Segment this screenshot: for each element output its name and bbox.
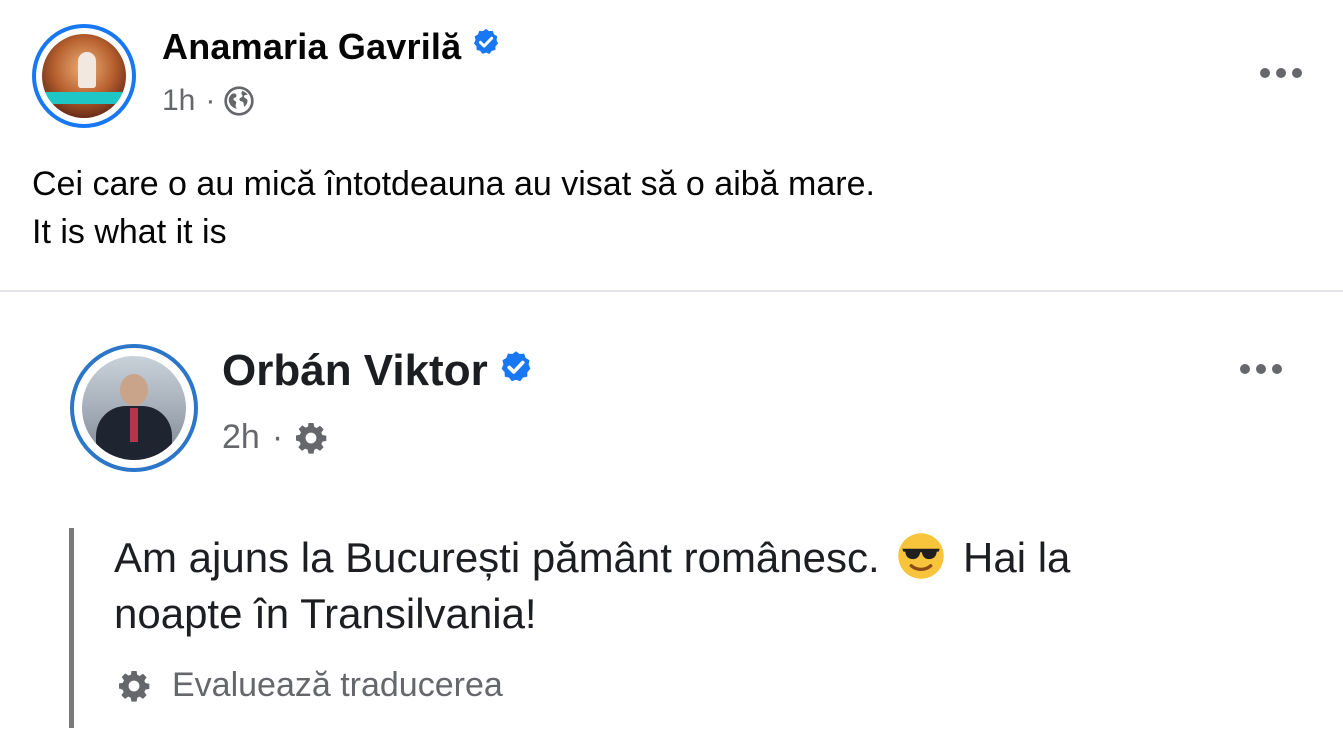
avatar-tie: [130, 408, 138, 442]
verified-badge-icon: [474, 28, 499, 54]
post-text: Cei care o au mică întotdeauna au visat …: [32, 160, 875, 256]
sunglasses-emoji-icon: [898, 533, 945, 579]
rate-translation-label[interactable]: Evaluează traducerea: [172, 666, 503, 705]
post-text-line: It is what it is: [32, 213, 227, 251]
shared-post-text: Am ajuns la București pământ românesc. H…: [114, 530, 1070, 642]
shared-text-segment: Hai la: [963, 534, 1071, 581]
post-header: Anamaria Gavrilă 1h ·: [0, 0, 1343, 140]
translation-quote-bar: [69, 528, 74, 728]
shared-post-text-line: noapte în Transilvania!: [114, 590, 537, 637]
globe-icon[interactable]: [223, 85, 255, 117]
post-meta: 1h ·: [162, 84, 255, 118]
author-name-text[interactable]: Anamaria Gavrilă: [162, 26, 461, 67]
verified-badge-icon: [501, 351, 531, 382]
author-avatar[interactable]: [32, 24, 136, 128]
shared-author-avatar[interactable]: [70, 344, 198, 472]
avatar-head: [120, 374, 148, 406]
divider: [0, 290, 1343, 292]
avatar-banner: [42, 92, 126, 104]
gear-icon[interactable]: [293, 420, 329, 456]
post-text-line: Cei care o au mică întotdeauna au visat …: [32, 165, 875, 203]
shared-text-segment: Am ajuns la București pământ românesc.: [114, 534, 880, 581]
avatar-image: [42, 34, 126, 118]
rate-translation-link[interactable]: Evaluează traducerea: [116, 666, 503, 705]
facebook-post: Anamaria Gavrilă 1h · Cei care o au mică…: [0, 0, 1343, 750]
gear-icon: [119, 670, 150, 702]
post-options-icon[interactable]: [1260, 68, 1302, 78]
shared-post-options-icon[interactable]: [1240, 364, 1282, 374]
shared-author-name[interactable]: Orbán Viktor: [222, 346, 534, 396]
avatar-person: [78, 52, 96, 88]
post-time[interactable]: 1h: [162, 84, 195, 118]
shared-post-time[interactable]: 2h: [222, 418, 260, 457]
shared-avatar-image: [82, 356, 186, 460]
shared-post-text-line: Am ajuns la București pământ românesc. H…: [114, 530, 1070, 586]
shared-post-meta: 2h ·: [222, 418, 329, 457]
meta-separator: ·: [271, 418, 284, 456]
meta-separator: ·: [205, 84, 216, 117]
shared-author-name-text[interactable]: Orbán Viktor: [222, 346, 488, 395]
author-name[interactable]: Anamaria Gavrilă: [162, 26, 501, 68]
